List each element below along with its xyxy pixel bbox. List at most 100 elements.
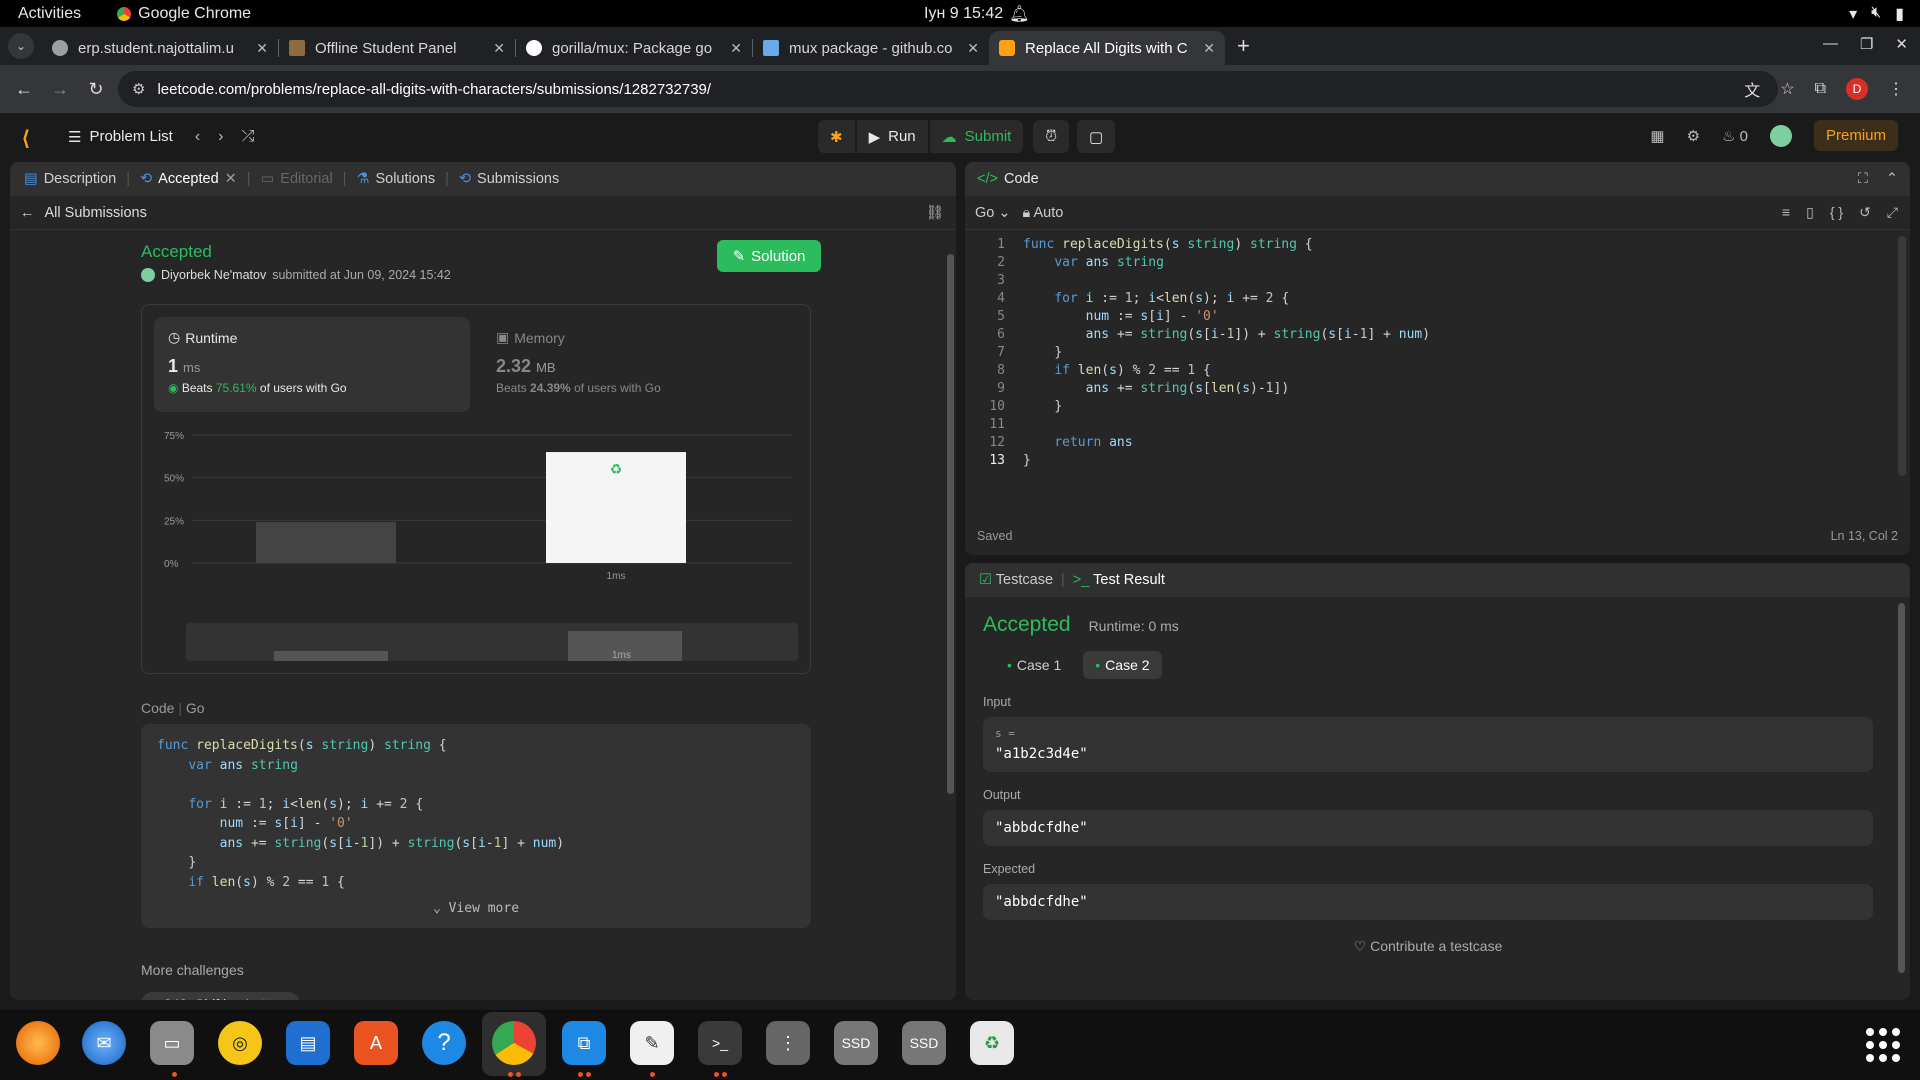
fullscreen-icon[interactable]: ⤢ (1887, 204, 1898, 221)
back-icon[interactable]: ← (6, 79, 42, 100)
text-editor-icon[interactable]: ✎ (630, 1021, 674, 1065)
tab-search-button[interactable]: ⌄ (8, 33, 34, 59)
activities-button[interactable]: Activities (18, 5, 81, 23)
solution-button[interactable]: ✎ Solution (717, 240, 821, 272)
next-problem-icon[interactable]: › (218, 128, 223, 146)
rhythmbox-icon[interactable]: ◎ (218, 1021, 262, 1065)
profile-avatar[interactable]: D (1846, 78, 1868, 100)
case-2-tab[interactable]: Case 2 (1083, 651, 1162, 679)
problem-list-button[interactable]: ☰ Problem List (68, 128, 173, 146)
writer-icon[interactable]: ▤ (286, 1021, 330, 1065)
y-tick-label: 50% (164, 474, 184, 485)
left-scrollbar[interactable] (946, 232, 954, 992)
vscode-icon[interactable]: ⧉ (562, 1021, 606, 1065)
all-submissions-link[interactable]: All Submissions (45, 205, 147, 221)
scroll-thumb[interactable] (1898, 603, 1905, 973)
help-icon[interactable]: ? (422, 1021, 466, 1065)
memory-title: ▣ Memory (496, 329, 768, 346)
close-icon[interactable]: ✕ (225, 171, 237, 187)
close-icon[interactable]: ✕ (493, 40, 505, 57)
firefox-icon[interactable] (16, 1021, 60, 1065)
tab-solutions[interactable]: ⚗ Solutions (356, 171, 435, 187)
language-select[interactable]: Go ⌄ (975, 205, 1011, 221)
submit-button[interactable]: ☁ Submit (929, 120, 1024, 153)
notes-button[interactable]: ▢ (1077, 120, 1116, 153)
show-apps-grid-icon[interactable] (1866, 1028, 1900, 1062)
close-icon[interactable]: ✕ (967, 40, 979, 57)
minimize-icon[interactable]: — (1823, 35, 1838, 53)
tab-testcase[interactable]: ☑ Testcase (979, 572, 1053, 588)
extensions-icon[interactable]: ⧉ (1815, 80, 1826, 98)
restore-icon[interactable]: ❐ (1860, 35, 1873, 53)
autocomplete-mode[interactable]: 🔒︎ Auto (1023, 205, 1064, 221)
leetcode-logo-icon[interactable]: ⟨ (22, 126, 44, 150)
app-menu[interactable]: Google Chrome (117, 5, 251, 23)
streak-counter[interactable]: ♨ 0 (1722, 127, 1748, 145)
app-center-icon[interactable]: A (354, 1021, 398, 1065)
clock[interactable]: Іун 9 15:42 🔔︎ (924, 4, 1029, 24)
back-arrow-icon[interactable]: ← (20, 205, 35, 221)
site-info-icon[interactable]: ⚙ (132, 80, 145, 98)
chrome-icon[interactable] (492, 1021, 536, 1065)
close-window-icon[interactable]: ✕ (1895, 35, 1908, 53)
ssd-drive-icon[interactable]: SSD (834, 1021, 878, 1065)
bookmark-icon[interactable]: ▯ (1806, 204, 1814, 221)
premium-button[interactable]: Premium (1813, 120, 1898, 151)
editor-scrollbar[interactable] (1898, 236, 1906, 476)
trash-icon[interactable]: ♻ (970, 1021, 1014, 1065)
tab-description[interactable]: ▤ Description (24, 171, 116, 187)
terminal-icon[interactable]: >_ (698, 1021, 742, 1065)
run-button[interactable]: ▶ Run (856, 120, 928, 153)
browser-tab[interactable]: erp.student.najottalim.u ✕ (42, 31, 278, 65)
reload-icon[interactable]: ↻ (78, 79, 114, 100)
code-editor[interactable]: 1 func replaceDigits(s string) string {2 … (965, 236, 1895, 496)
layout-icon[interactable]: ▦ (1650, 127, 1664, 145)
new-tab-button[interactable]: + (1237, 33, 1250, 59)
chart-bar[interactable] (256, 522, 396, 563)
challenge-chip[interactable]: 848. Shifting Letters (141, 992, 301, 1000)
tab-editorial[interactable]: ▭ Editorial (261, 171, 333, 187)
ssd-drive-icon[interactable]: SSD (902, 1021, 946, 1065)
tab-accepted[interactable]: ⟲ Accepted ✕ (140, 171, 237, 187)
browser-tab[interactable]: mux package - github.co ✕ (753, 31, 989, 65)
browser-tab[interactable]: Offline Student Panel ✕ (279, 31, 515, 65)
maximize-icon[interactable]: ⛶ (1858, 171, 1868, 187)
tab-test-result[interactable]: >_ Test Result (1073, 572, 1165, 588)
files-icon[interactable]: ▭ (150, 1021, 194, 1065)
contribute-testcase-link[interactable]: ♡ Contribute a testcase (983, 938, 1873, 955)
braces-icon[interactable]: { } (1830, 204, 1843, 221)
thunderbird-icon[interactable]: ✉ (82, 1021, 126, 1065)
submitter-name[interactable]: Diyorbek Ne'matov (161, 268, 266, 282)
format-icon[interactable]: ≡ (1782, 204, 1790, 221)
prev-problem-icon[interactable]: ‹ (195, 128, 200, 146)
bookmark-star-icon[interactable]: ☆ (1780, 79, 1794, 99)
collapse-icon[interactable]: ⌃ (1886, 171, 1898, 187)
view-more-button[interactable]: ⌄ View more (141, 899, 811, 919)
tab-submissions[interactable]: ⟲ Submissions (459, 171, 559, 187)
system-tray[interactable]: ▾ 🔇︎ ▮ (1849, 4, 1904, 24)
menu-kebab-icon[interactable]: ⋮ (1888, 79, 1904, 99)
share-link-icon[interactable]: ⛓ (926, 204, 944, 221)
shuffle-icon[interactable]: ⤮ (241, 128, 254, 146)
reset-icon[interactable]: ↺ (1859, 204, 1871, 221)
case-1-tab[interactable]: Case 1 (995, 651, 1073, 679)
close-icon[interactable]: ✕ (730, 40, 742, 57)
address-bar[interactable]: ⚙ leetcode.com/problems/replace-all-digi… (118, 71, 1778, 107)
user-avatar[interactable] (1769, 124, 1792, 147)
close-icon[interactable]: ✕ (256, 40, 268, 57)
browser-tab[interactable]: gorilla/mux: Package go ✕ (516, 31, 752, 65)
disk-usage-icon[interactable]: ⋮ (766, 1021, 810, 1065)
chart-overview-scrubber[interactable]: 1ms (186, 623, 798, 661)
test-scrollbar[interactable] (1898, 603, 1906, 993)
close-icon[interactable]: ✕ (1203, 40, 1215, 57)
memory-card[interactable]: ▣ Memory 2.32 MB Beats 24.39% of users wi… (482, 317, 782, 412)
scroll-thumb[interactable] (947, 254, 954, 794)
settings-gear-icon[interactable]: ⚙ (1687, 127, 1700, 145)
translate-icon[interactable]: 文 (1744, 77, 1760, 101)
runtime-distribution-chart[interactable]: 75% 50% 25% 0% ♻ 1ms (152, 420, 802, 620)
browser-tab-active[interactable]: Replace All Digits with C ✕ (989, 31, 1225, 65)
forward-icon[interactable]: → (42, 79, 78, 100)
debug-button[interactable]: ✱ (818, 120, 855, 153)
runtime-card[interactable]: ◷ Runtime 1 ms ◉ Beats 75.61% of users wi… (154, 317, 470, 412)
timer-button[interactable]: ⏰︎ (1033, 120, 1070, 153)
